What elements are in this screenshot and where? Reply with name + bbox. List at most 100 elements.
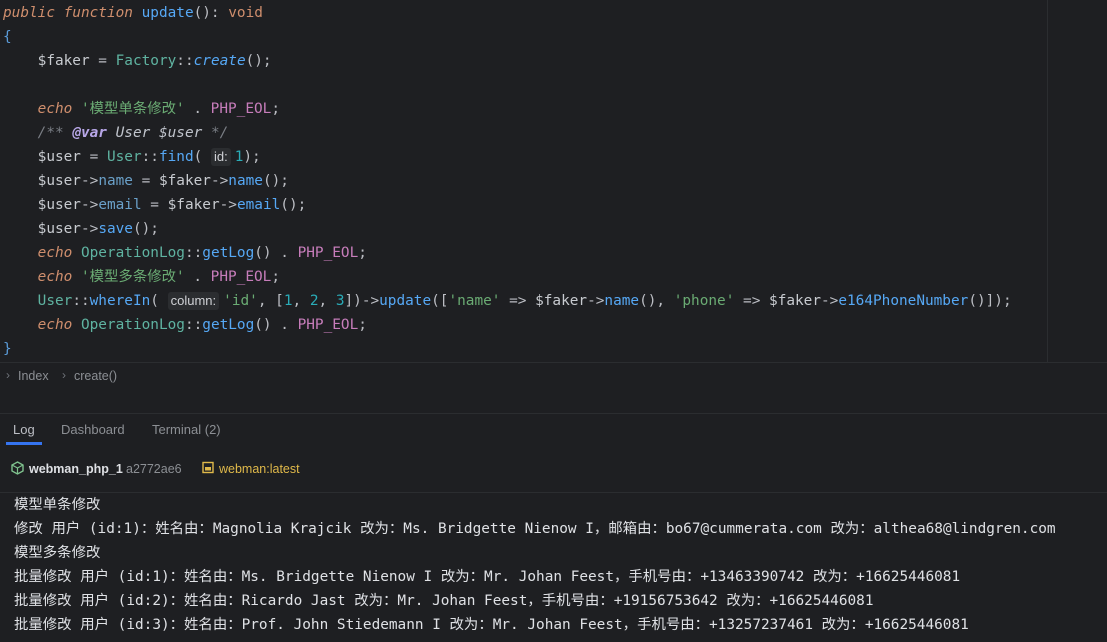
right-margin-guide — [1047, 0, 1048, 362]
code-token: (); — [132, 221, 159, 237]
code-token: = — [89, 53, 116, 69]
tab-dashboard[interactable]: Dashboard — [61, 422, 125, 437]
code-token: $faker — [769, 293, 822, 309]
code-token: = — [80, 149, 107, 165]
active-tab-indicator — [6, 442, 42, 445]
breadcrumb-item-index[interactable]: Index — [18, 369, 49, 383]
code-token: , — [292, 293, 310, 309]
code-token: getLog — [202, 245, 255, 261]
code-token: $user — [37, 221, 81, 237]
code-token: User $user — [106, 125, 203, 141]
code-token: ( — [193, 149, 211, 165]
code-token: name — [228, 173, 263, 189]
code-token: () . — [254, 245, 298, 261]
code-token: '模型单条修改' — [80, 101, 185, 117]
code-token: save — [98, 221, 133, 237]
code-token: echo — [37, 269, 73, 285]
breadcrumb-item-create[interactable]: create() — [74, 369, 117, 383]
code-token: ; — [358, 245, 367, 261]
code-token: @var — [72, 125, 107, 141]
code-token: . — [184, 101, 211, 117]
code-token: create — [193, 53, 246, 69]
code-token: name — [98, 173, 133, 189]
code-token: echo — [37, 317, 73, 333]
code-token: -> — [80, 173, 99, 189]
code-token: -> — [210, 173, 229, 189]
code-token: ]) — [344, 293, 362, 309]
code-token: (), — [639, 293, 674, 309]
code-line: echo '模型多条修改' . PHP_EOL; — [3, 265, 280, 289]
code-token: :: — [184, 245, 203, 261]
code-line: $user = User::find( id: 1); — [3, 145, 261, 169]
code-line: echo '模型单条修改' . PHP_EOL; — [3, 97, 280, 121]
log-line: 批量修改 用户 (id:1)：姓名由：Ms. Bridgette Nienow … — [14, 569, 961, 585]
code-token: $user — [37, 197, 81, 213]
code-token: () . — [254, 317, 298, 333]
tab-log[interactable]: Log — [13, 422, 35, 437]
code-token: PHP_EOL — [297, 245, 359, 261]
image-name[interactable]: webman:latest — [219, 462, 300, 476]
code-token: = — [141, 197, 168, 213]
code-token: getLog — [202, 317, 255, 333]
code-line: } — [3, 337, 12, 361]
code-token: ); — [243, 149, 261, 165]
code-token: } — [3, 341, 12, 357]
code-token: OperationLog — [80, 317, 185, 333]
log-line: 修改 用户 (id:1)：姓名由：Magnolia Krajcik 改为：Ms.… — [14, 521, 1056, 537]
code-token: ()]); — [968, 293, 1012, 309]
code-token: Factory — [115, 53, 177, 69]
code-token: e164PhoneNumber — [838, 293, 969, 309]
code-token: ( — [150, 293, 168, 309]
code-token: update — [379, 293, 432, 309]
code-token: -> — [587, 293, 605, 309]
container-id: a2772ae6 — [126, 462, 182, 476]
code-token: name — [604, 293, 640, 309]
code-token: -> — [361, 293, 380, 309]
code-token: */ — [202, 125, 229, 141]
code-token: ([ — [431, 293, 449, 309]
tab-terminal[interactable]: Terminal (2) — [152, 422, 221, 437]
code-token: (): — [193, 5, 229, 21]
log-line: 批量修改 用户 (id:2)：姓名由：Ricardo Jast 改为：Mr. J… — [14, 593, 874, 609]
container-icon — [11, 461, 24, 478]
code-token: $user — [37, 149, 81, 165]
code-token: /** — [37, 125, 73, 141]
code-line: /** @var User $user */ — [3, 121, 229, 145]
container-header: webman_php_1 a2772ae6 webman:latest — [0, 446, 1107, 493]
code-line: $user->email = $faker->email(); — [3, 193, 307, 217]
chevron-right-icon: › — [6, 368, 10, 382]
chevron-right-icon: › — [62, 368, 66, 382]
code-token: OperationLog — [80, 245, 185, 261]
container-name[interactable]: webman_php_1 — [29, 462, 123, 476]
code-token: => — [734, 293, 770, 309]
code-token: , — [318, 293, 336, 309]
code-token: :: — [176, 53, 194, 69]
editor-spacer — [0, 388, 1107, 413]
code-line: echo OperationLog::getLog() . PHP_EOL; — [3, 241, 367, 265]
code-editor[interactable]: public function update(): void{ $faker =… — [0, 0, 1107, 362]
code-token: echo — [37, 101, 73, 117]
code-line: echo OperationLog::getLog() . PHP_EOL; — [3, 313, 367, 337]
code-token: = — [132, 173, 159, 189]
code-token: -> — [80, 221, 99, 237]
breadcrumb: › Index › create() — [0, 362, 1107, 389]
code-token: . — [184, 269, 211, 285]
code-token: , [ — [257, 293, 284, 309]
log-output[interactable]: 模型单条修改 修改 用户 (id:1)：姓名由：Magnolia Krajcik… — [0, 493, 1107, 642]
code-token: :: — [72, 293, 90, 309]
code-token: $faker — [167, 197, 220, 213]
code-token: User — [106, 149, 142, 165]
code-token: PHP_EOL — [297, 317, 359, 333]
parameter-hint: column: — [167, 292, 220, 310]
